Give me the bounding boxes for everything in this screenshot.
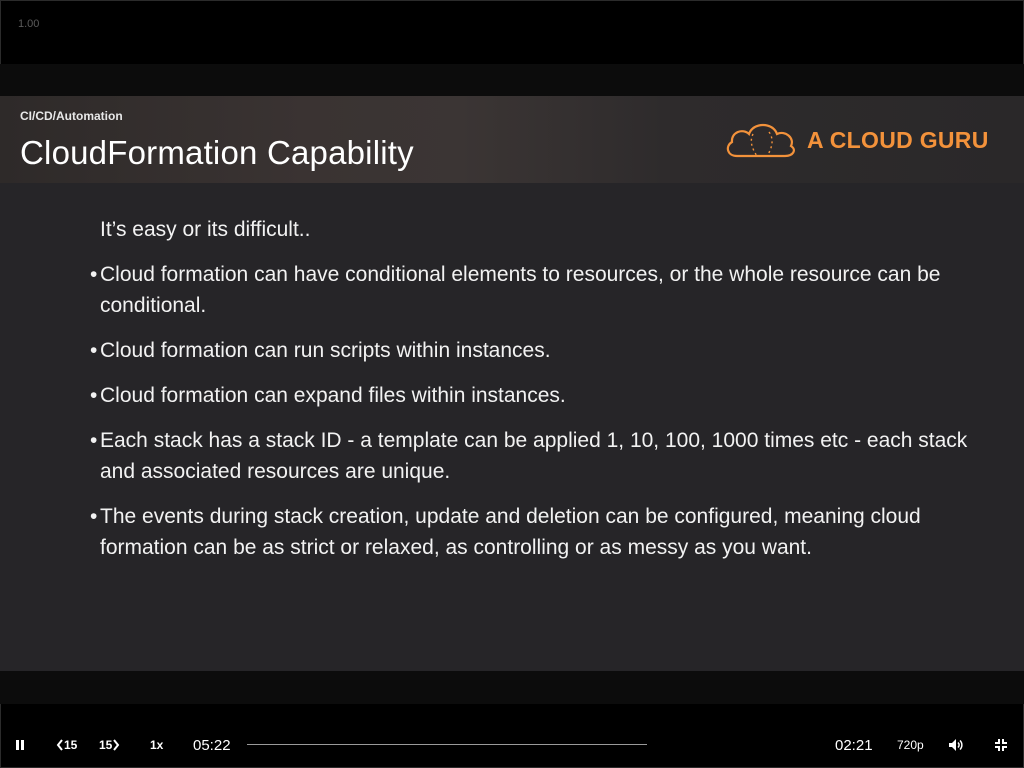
exit-fullscreen-icon [995, 739, 1007, 751]
cloud-logo-icon [726, 123, 795, 158]
video-slide[interactable]: CI/CD/Automation CloudFormation Capabili… [0, 96, 1024, 671]
bullet-text: The events during stack creation, update… [100, 505, 921, 559]
breadcrumb: CI/CD/Automation [20, 109, 123, 123]
bullet-item: • Each stack has a stack ID - a template… [90, 425, 970, 487]
rewind-15-button[interactable]: 15 [56, 726, 77, 764]
logo-text: A CLOUD GURU [807, 127, 989, 153]
bullet-item: • Cloud formation can run scripts within… [90, 335, 970, 366]
slide-content: It’s easy or its difficult.. • Cloud for… [90, 214, 970, 577]
quality-button[interactable]: 720p [897, 726, 924, 764]
volume-icon [949, 739, 963, 751]
brand-logo: A CLOUD GURU [723, 118, 998, 162]
rewind-label: 15 [64, 738, 78, 752]
slide-header: CI/CD/Automation CloudFormation Capabili… [0, 96, 1024, 183]
elapsed-time: 05:22 [193, 736, 231, 754]
play-pause-button[interactable] [14, 726, 34, 764]
player-controls: 15 15 1x 05:22 02:21 720p [0, 726, 1024, 764]
forward-15-button[interactable]: 15 [99, 726, 120, 764]
bullet-text: Cloud formation can have conditional ele… [100, 263, 941, 317]
bullet-item: • The events during stack creation, upda… [90, 501, 970, 563]
bullet-item: • Cloud formation can have conditional e… [90, 259, 970, 321]
pause-icon [16, 740, 24, 750]
remaining-time: 02:21 [835, 736, 873, 754]
bullet-text: Cloud formation can expand files within … [100, 384, 566, 407]
volume-button[interactable] [948, 726, 964, 764]
exit-fullscreen-button[interactable] [994, 726, 1008, 764]
progress-bar[interactable] [247, 744, 647, 745]
letterbox-top [0, 64, 1024, 96]
bullet-text: Cloud formation can run scripts within i… [100, 339, 551, 362]
forward-15-icon [113, 739, 120, 751]
forward-label: 15 [99, 738, 113, 752]
rewind-15-icon [56, 739, 63, 751]
slide-title: CloudFormation Capability [20, 134, 414, 171]
bullet-item: • Cloud formation can expand files withi… [90, 380, 970, 411]
bullet-text: Each stack has a stack ID - a template c… [100, 429, 968, 483]
playback-speed-button[interactable]: 1x [150, 726, 163, 764]
letterbox-bottom [0, 671, 1024, 704]
speed-readout: 1.00 [18, 18, 40, 30]
slide-intro: It’s easy or its difficult.. [100, 218, 311, 241]
